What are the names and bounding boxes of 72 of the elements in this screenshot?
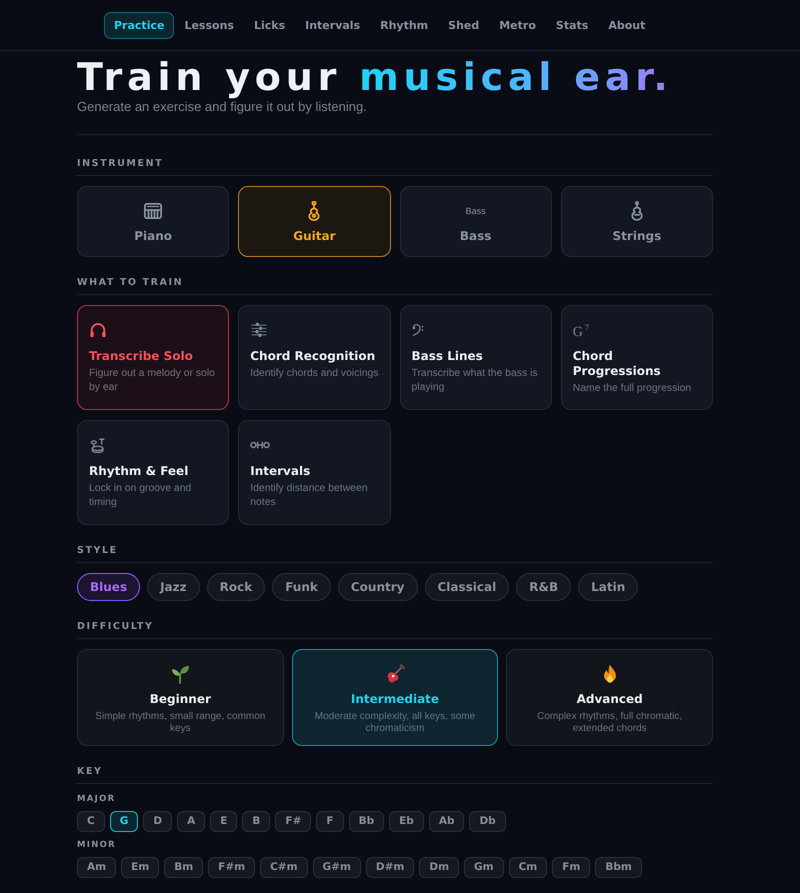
drum-icon	[89, 437, 107, 453]
instrument-card[interactable]: Strings	[560, 186, 713, 257]
nav-tab[interactable]: Intervals	[295, 12, 370, 39]
style-chip[interactable]: Country	[338, 573, 418, 601]
nav-tab[interactable]: Metro	[489, 12, 546, 39]
nav-tab[interactable]: Licks	[244, 12, 296, 39]
icon-caption: Bass	[466, 206, 486, 216]
key-chip[interactable]: Gm	[464, 857, 504, 878]
exercise-card[interactable]: Chord Recognition Identify chords and voicings	[238, 305, 390, 410]
instrument-card[interactable]: Guitar	[238, 186, 390, 257]
headphones-icon	[89, 322, 107, 338]
key-chip[interactable]: F#m	[208, 857, 256, 878]
key-chip[interactable]: Em	[121, 857, 160, 878]
key-chip[interactable]: Cm	[508, 857, 548, 878]
section-label: STYLE	[77, 545, 118, 558]
chord-symbol: G$^{7}$	[572, 322, 589, 340]
style-chip[interactable]: Latin	[578, 573, 638, 601]
key-group-label: MINOR	[77, 840, 116, 851]
key-group-label: MAJOR	[77, 794, 116, 805]
key-chip[interactable]: B	[242, 811, 270, 832]
key-chip[interactable]: Eb	[389, 811, 424, 832]
piano-icon	[144, 202, 162, 220]
key-chip[interactable]: A	[177, 811, 206, 832]
instrument-card[interactable]: Piano	[77, 186, 230, 257]
difficulty-card[interactable]: Beginner Simple rhythms, small range, common keys	[77, 649, 284, 746]
sprout-icon	[170, 664, 190, 684]
style-chip[interactable]: Jazz	[147, 573, 200, 601]
style-chip[interactable]: Classical	[424, 573, 510, 601]
section-label: WHAT TO TRAIN	[77, 277, 184, 290]
nav-tab[interactable]: About	[598, 12, 656, 39]
nav-tab[interactable]: Rhythm	[370, 12, 438, 39]
key-chip[interactable]: G	[110, 811, 138, 832]
exercise-card[interactable]: Bass Lines Transcribe what the bass is playing	[400, 305, 552, 410]
key-chip[interactable]: Dm	[419, 857, 460, 878]
key-chip[interactable]: C	[77, 811, 105, 832]
difficulty-card[interactable]: Intermediate Moderate complexity, all keys, some chromaticism	[292, 649, 498, 746]
exercise-card[interactable]: G$^{7}$ Chord Progressions Name the full progression	[560, 305, 713, 410]
page-subtitle: Generate an exercise and figure it out by listening.	[77, 99, 368, 115]
key-chip[interactable]: Bm	[164, 857, 204, 878]
section-label: DIFFICULTY	[77, 621, 154, 634]
linked-circles-icon	[250, 440, 270, 450]
electric-guitar-icon	[384, 664, 405, 684]
section-label: KEY	[77, 766, 103, 779]
style-chip[interactable]: R&B	[516, 573, 572, 601]
style-chip[interactable]: Rock	[206, 573, 266, 601]
key-chip[interactable]: C#m	[260, 857, 308, 878]
nav-tab[interactable]: Stats	[546, 12, 598, 39]
key-chip[interactable]: Am	[77, 857, 116, 878]
key-chip[interactable]: D#m	[366, 857, 414, 878]
nav-tab[interactable]: Shed	[438, 12, 490, 39]
section-label: INSTRUMENT	[77, 158, 164, 171]
key-chip[interactable]: Bbm	[595, 857, 642, 878]
key-chip[interactable]: G#m	[312, 857, 361, 878]
exercise-card[interactable]: Rhythm & Feel Lock in on groove and timing	[77, 420, 230, 525]
nav-tab[interactable]: Practice	[104, 12, 174, 39]
exercise-card[interactable]: Intervals Identify distance between notes	[238, 420, 390, 525]
key-chip[interactable]: Ab	[428, 811, 464, 832]
key-chip[interactable]: Fm	[552, 857, 590, 878]
instrument-card[interactable]: Bass Bass	[400, 186, 552, 257]
key-chip[interactable]: Db	[469, 811, 506, 832]
style-chip[interactable]: Blues	[77, 573, 140, 601]
key-chip[interactable]: D	[143, 811, 172, 832]
notes-icon	[250, 322, 268, 338]
nav-tab[interactable]: Lessons	[174, 12, 244, 39]
bass-clef-icon	[412, 322, 424, 338]
key-chip[interactable]: E	[210, 811, 238, 832]
exercise-card[interactable]: Transcribe Solo Figure out a melody or solo by ear	[77, 305, 230, 410]
key-chip[interactable]: F#	[275, 811, 312, 832]
key-chip[interactable]: Bb	[348, 811, 384, 832]
style-chip[interactable]: Funk	[272, 573, 331, 601]
key-chip[interactable]: F	[316, 811, 344, 832]
difficulty-card[interactable]: Advanced Complex rhythms, full chromatic, extended chords	[506, 649, 713, 746]
